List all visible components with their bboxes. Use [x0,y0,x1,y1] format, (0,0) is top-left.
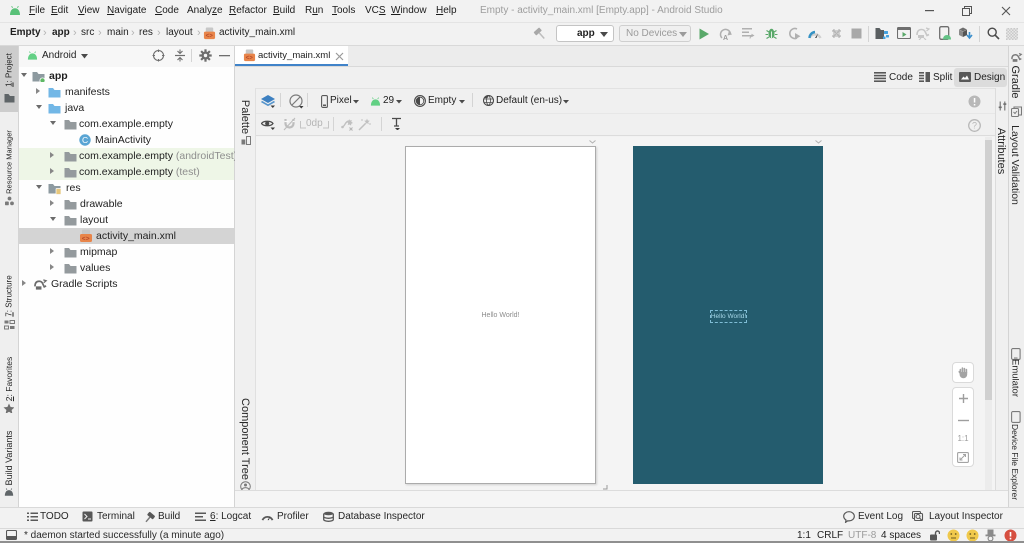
svg-text:<>: <> [246,55,254,62]
svg-text:<>: <> [82,236,90,243]
svg-text:<>: <> [206,33,214,40]
svg-text:A: A [723,35,728,41]
svg-text:C: C [82,135,88,145]
svg-text:?: ? [972,121,977,131]
